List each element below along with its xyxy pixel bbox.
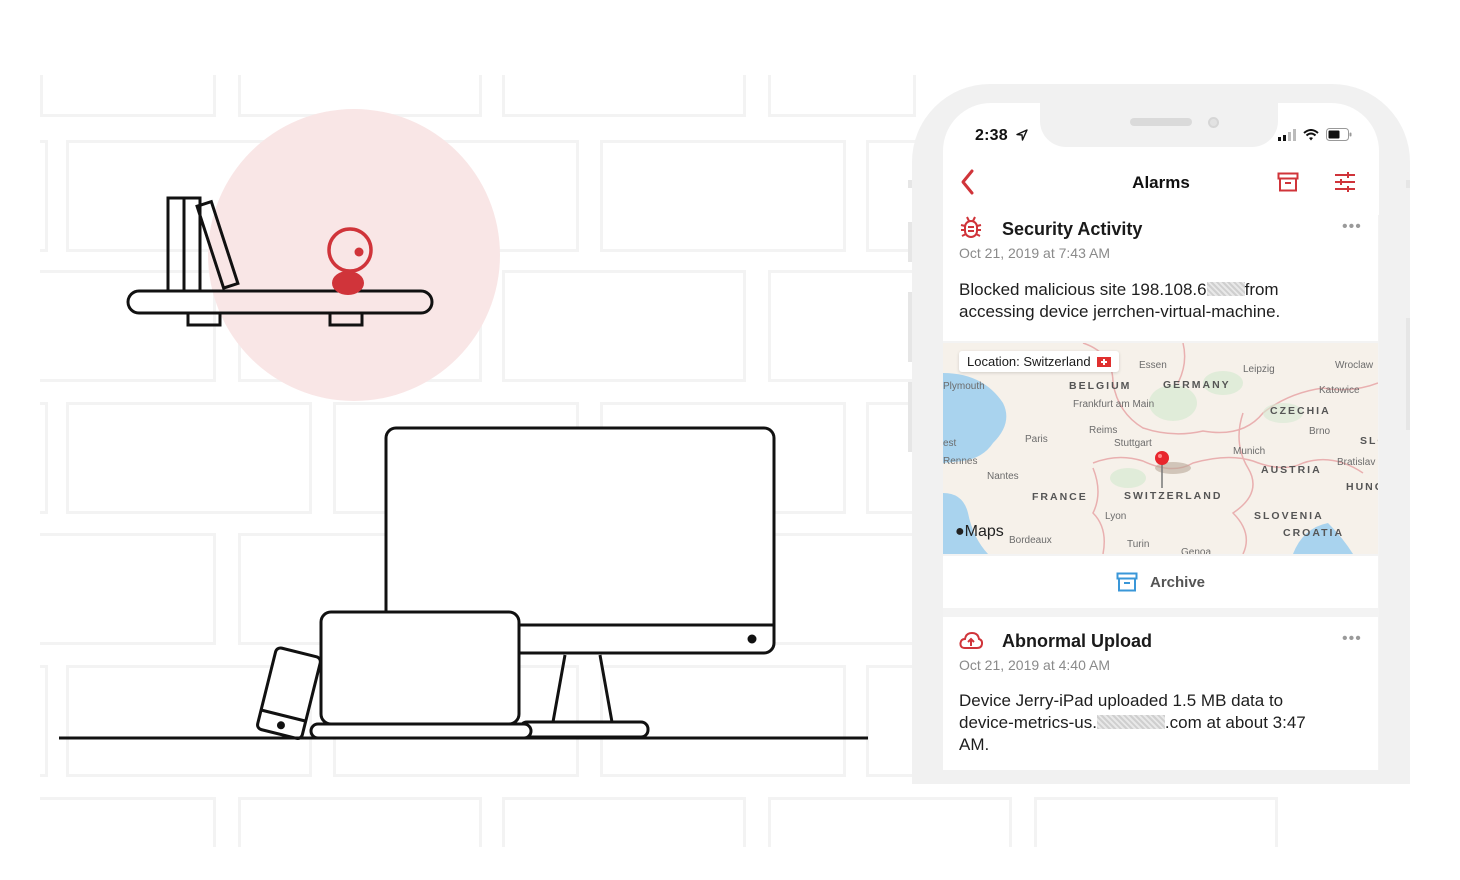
laptop [309,610,533,740]
wifi-icon [1303,128,1319,140]
phone-camera [1208,117,1219,128]
highlight-circle [208,109,500,401]
chevron-left-icon[interactable] [958,168,978,196]
city-label: Leipzig [1243,364,1275,375]
phone-side-button [908,180,912,188]
sliders-icon[interactable] [1334,171,1356,193]
phone-side-button [908,382,912,452]
location-pill: Location: Switzerland [959,351,1119,372]
map-pin-icon [1155,451,1169,488]
alarm-description: Blocked malicious site 198.108.6 from acc… [959,279,1369,323]
phone-side-button [1406,318,1410,430]
country-label: GERMANY [1163,379,1231,391]
description-text: Device Jerry-iPad uploaded 1.5 MB data t… [959,691,1284,710]
description-text: from [1244,280,1279,299]
city-label: Essen [1139,360,1167,371]
description-text: device-metrics-us. [959,713,1097,732]
location-arrow-icon [1016,129,1028,141]
battery-icon [1326,128,1352,141]
alarm-timestamp: Oct 21, 2019 at 4:40 AM [959,657,1110,673]
country-label: CROATIA [1283,527,1345,539]
city-label: Frankfurt am Main [1073,399,1155,410]
more-options-button[interactable]: ••• [1342,218,1362,236]
swiss-flag-icon [1096,356,1111,367]
city-label: Rennes [943,456,978,467]
page-title: Alarms [1132,173,1190,192]
archive-icon [1116,572,1138,592]
alarm-description: Device Jerry-iPad uploaded 1.5 MB data t… [959,690,1369,756]
description-text: .com at about 3:47 [1164,713,1306,732]
signal-icon [1278,128,1296,141]
more-options-button[interactable]: ••• [1342,630,1362,648]
country-label: AUSTRIA [1261,464,1322,476]
phone-speaker [1130,118,1192,126]
city-label: Wroclaw [1335,360,1374,371]
country-label: SWITZERLAND [1124,490,1223,502]
city-label: Brno [1309,426,1331,437]
description-text: accessing device jerrchen-virtual-machin… [959,302,1281,321]
country-label: BELGIUM [1069,380,1132,392]
archive-icon[interactable] [1277,172,1299,192]
apple-logo-icon: ● [955,523,965,540]
city-label: Stuttgart [1114,438,1152,449]
redacted-text [1096,715,1165,729]
city-label: Bratislav [1337,457,1376,468]
country-label: CZECHIA [1270,405,1331,417]
city-label: Nantes [987,471,1019,482]
apple-maps-attribution: ●Maps [955,523,1004,541]
country-label: SLOVENIA [1254,510,1324,522]
devices-illustration [59,109,868,740]
city-label: Paris [1025,434,1048,445]
alarm-title: Abnormal Upload [1002,631,1153,651]
status-time: 2:38 [975,127,1008,144]
alarm-timestamp: Oct 21, 2019 at 7:43 AM [959,245,1110,261]
city-label: Lyon [1105,511,1127,522]
archive-label: Archive [1149,573,1206,591]
phone-side-button [908,222,912,262]
map-terrain [943,343,1378,554]
alarm-card-abnormal-upload[interactable]: Abnormal Upload ••• Oct 21, 2019 at 4:40… [943,617,1378,770]
city-label: Bordeaux [1009,535,1052,546]
cloud-upload-icon [959,631,983,649]
alarm-title: Security Activity [1002,219,1143,239]
city-label: Plymouth [943,381,985,392]
country-label: HUNG [1346,481,1378,493]
maps-label: Maps [964,523,1004,540]
description-text: Blocked malicious site 198.108.6 [959,280,1207,299]
description-text: AM. [959,735,990,754]
archive-button[interactable]: Archive [943,556,1378,608]
alarm-card-security-activity[interactable]: Security Activity ••• Oct 21, 2019 at 7:… [943,206,1378,341]
location-label: Location: Switzerland [967,354,1091,369]
city-label: Turin [1127,539,1150,550]
location-map[interactable]: Essen Leipzig Wroclaw Katowice Frankfurt… [943,343,1378,554]
city-label: Genoa [1181,547,1212,554]
phone-side-button [908,292,912,362]
city-label: est [943,438,957,449]
bug-icon [960,216,982,238]
country-label: FRANCE [1032,491,1088,503]
city-label: Munich [1233,446,1266,457]
status-icons [1278,128,1352,141]
phone-side-button [1406,180,1410,188]
city-label: Katowice [1319,385,1360,396]
redacted-text [1206,282,1245,296]
city-label: Reims [1089,425,1118,436]
country-label: SLOVA [1360,435,1378,447]
